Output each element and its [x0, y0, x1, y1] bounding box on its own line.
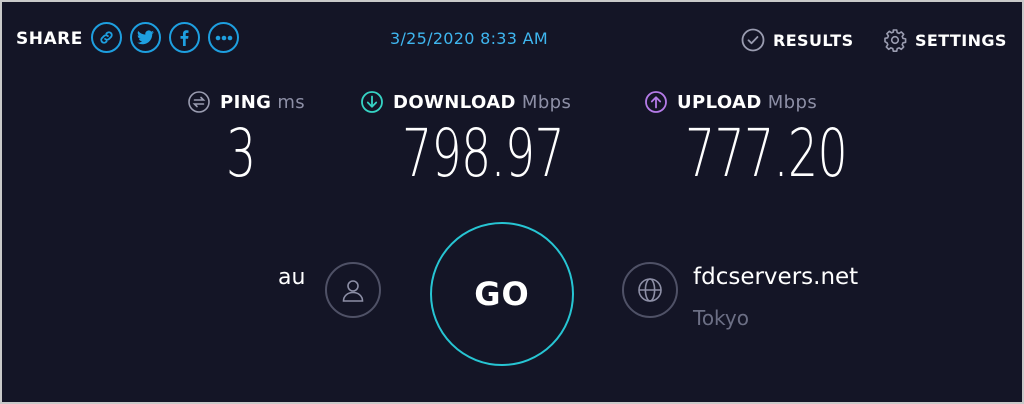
ping-unit: ms — [277, 91, 306, 113]
server-name[interactable]: fdcservers.net — [693, 264, 858, 290]
go-button[interactable]: GO — [430, 222, 574, 366]
twitter-icon[interactable] — [130, 22, 161, 53]
upload-value: 777.20 — [685, 115, 848, 192]
facebook-icon[interactable] — [169, 22, 200, 53]
more-icon[interactable] — [208, 22, 239, 53]
test-timestamp: 3/25/2020 8:33 AM — [390, 29, 548, 48]
results-button[interactable]: RESULTS — [741, 28, 854, 52]
gear-icon — [884, 29, 907, 52]
link-icon[interactable] — [91, 22, 122, 53]
download-header: DOWNLOAD Mbps — [361, 91, 571, 113]
globe-icon — [622, 262, 678, 318]
download-label: DOWNLOAD — [393, 91, 516, 113]
upload-header: UPLOAD Mbps — [645, 91, 817, 113]
results-label: RESULTS — [773, 30, 854, 50]
download-icon — [361, 91, 383, 113]
share-label: SHARE — [16, 29, 83, 49]
ping-value: 3 — [226, 115, 256, 192]
settings-label: SETTINGS — [915, 30, 1007, 50]
upload-label: UPLOAD — [677, 91, 762, 113]
ping-header: PING ms — [188, 91, 305, 113]
go-label: GO — [474, 275, 530, 313]
download-value: 798.97 — [402, 115, 565, 192]
ping-icon — [188, 91, 210, 113]
user-icon — [325, 262, 381, 318]
speedtest-window: SHARE 3/25/2020 8:33 AM RESULTS SETTINGS… — [0, 0, 1024, 404]
settings-button[interactable]: SETTINGS — [883, 28, 1007, 52]
download-unit: Mbps — [521, 91, 572, 113]
ping-label: PING — [220, 91, 272, 113]
upload-unit: Mbps — [767, 91, 818, 113]
isp-name: au — [278, 265, 306, 290]
upload-icon — [645, 91, 667, 113]
server-location: Tokyo — [693, 306, 749, 330]
check-circle-icon — [741, 28, 765, 52]
